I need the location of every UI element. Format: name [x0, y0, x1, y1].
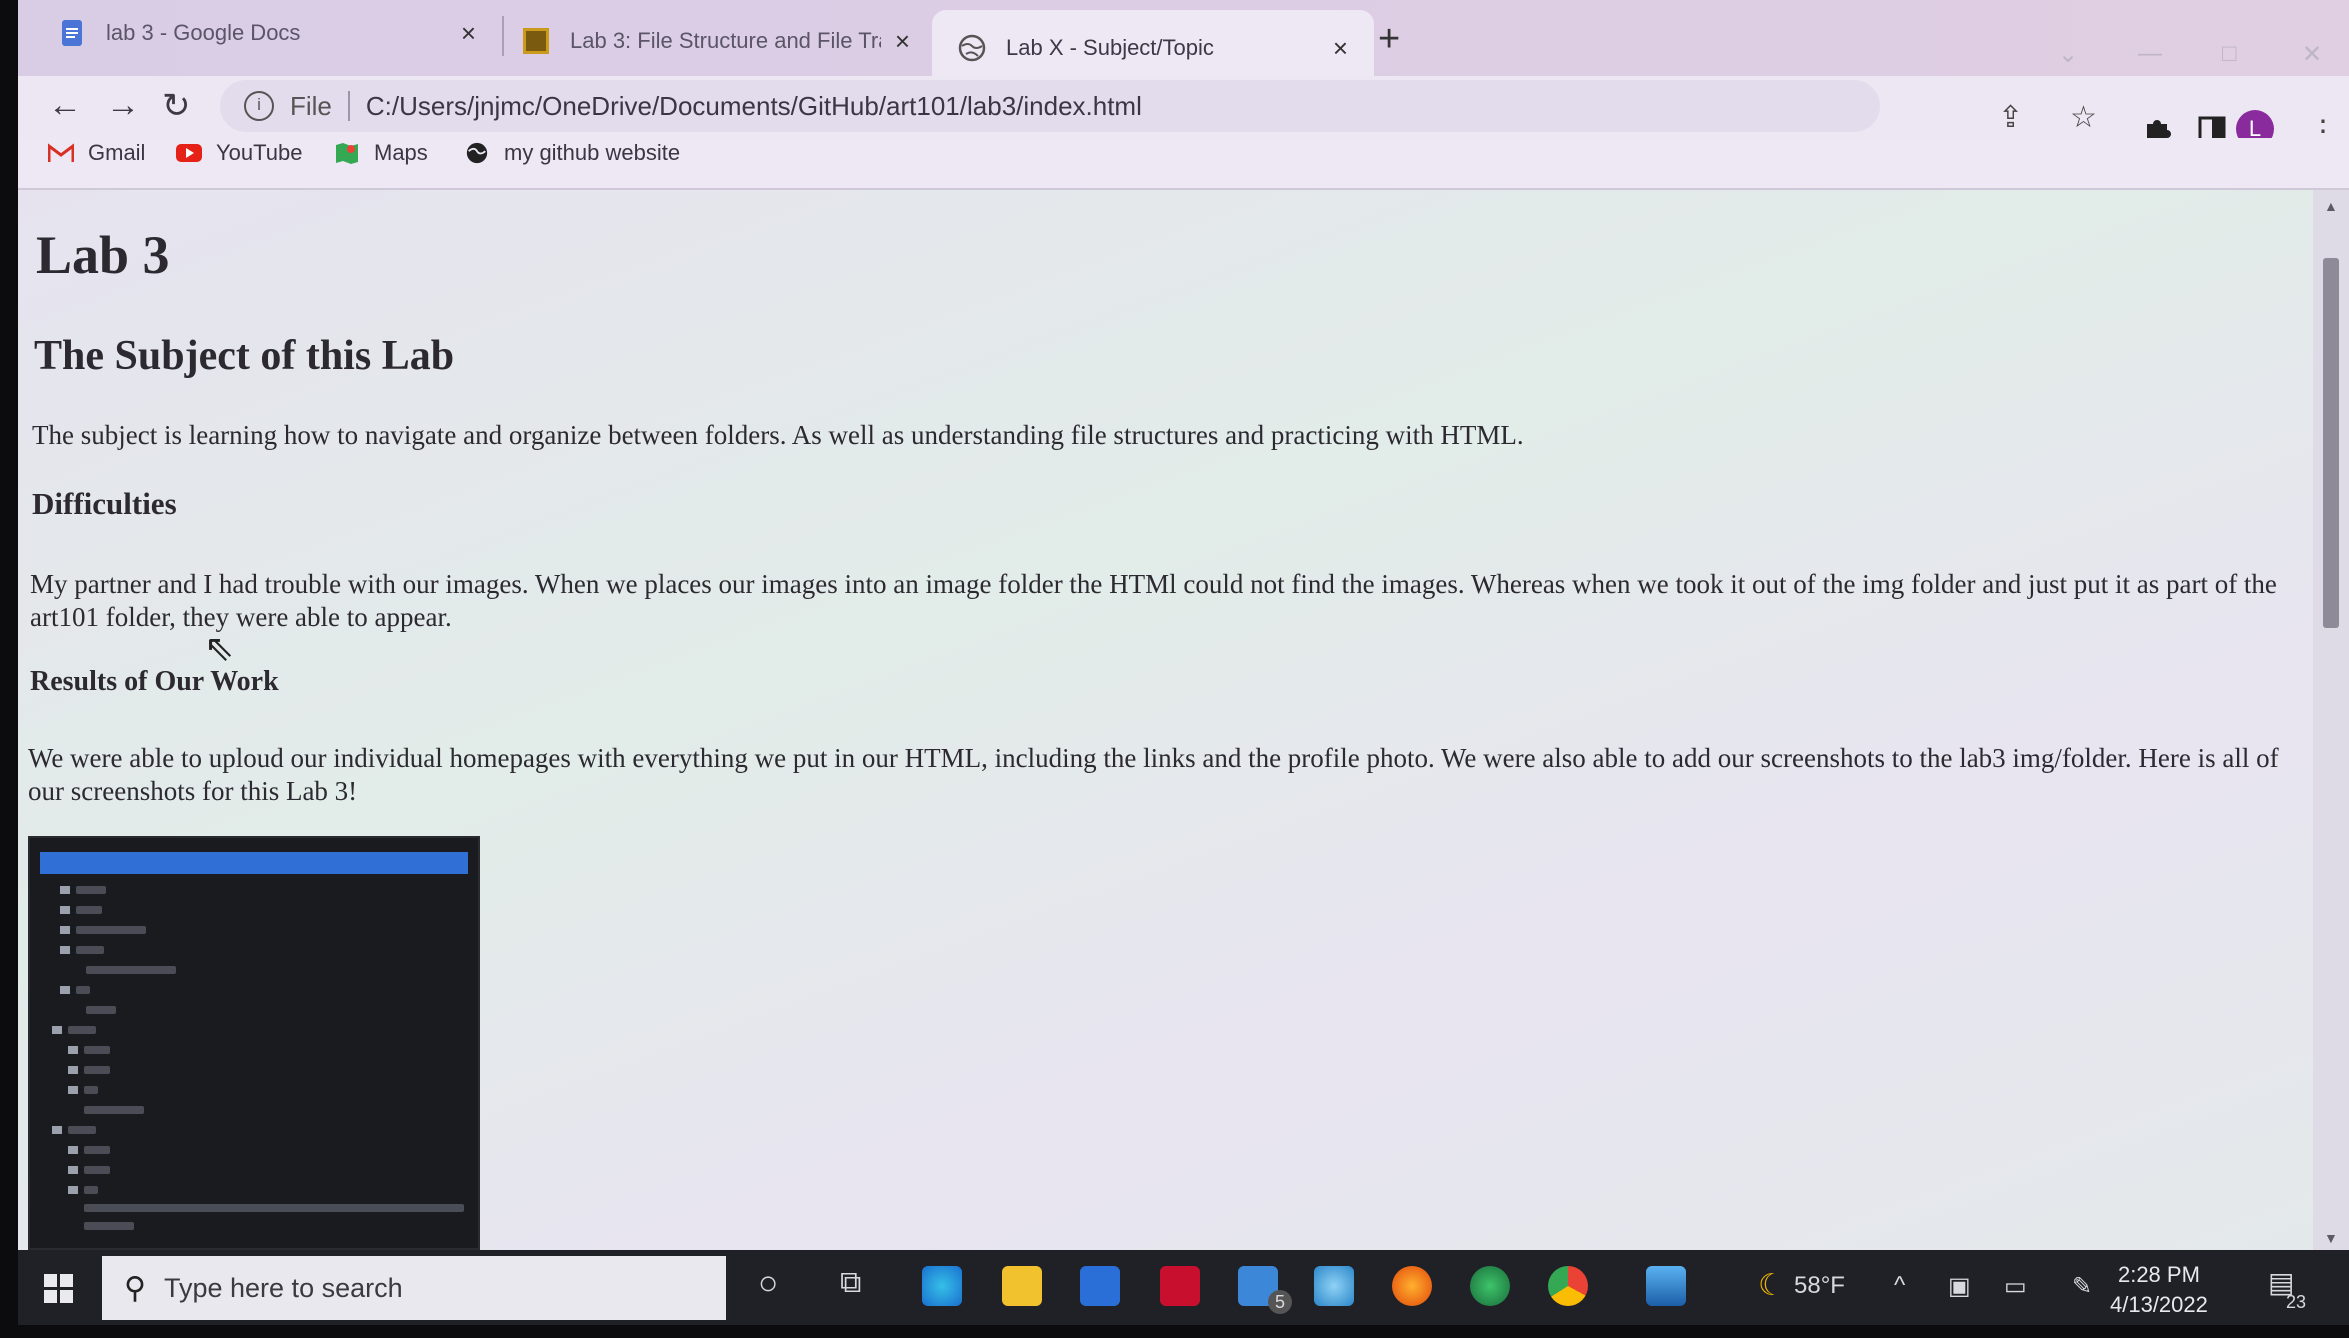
globe-icon — [466, 142, 488, 164]
bookmark-label: my github website — [504, 140, 681, 165]
photos-icon[interactable] — [1646, 1266, 1686, 1306]
divider — [347, 91, 350, 121]
weather-temp[interactable]: 58°F — [1794, 1272, 1845, 1300]
tab-strip: lab 3 - Google Docs × Lab 3: File Struct… — [18, 0, 2349, 86]
browser-toolbar: ← → ↻ i File C:/Users/jnjmc/OneDrive/Doc… — [18, 76, 2349, 148]
clock-time: 2:28 PM — [2117, 1262, 2200, 1287]
scrollbar-thumb[interactable] — [2323, 258, 2339, 628]
mail-badge: 5 — [1268, 1290, 1292, 1314]
task-view-icon[interactable]: ⧉ — [840, 1266, 861, 1300]
firefox-icon[interactable] — [1392, 1266, 1432, 1306]
share-icon[interactable]: ⇪ — [1998, 100, 2023, 135]
tab-google-docs[interactable]: lab 3 - Google Docs × — [32, 2, 502, 64]
maximize-icon[interactable]: □ — [2222, 40, 2237, 68]
bookmark-label: YouTube — [216, 140, 303, 165]
tab-search-icon[interactable]: ⌄ — [2058, 40, 2078, 69]
bookmark-label: Gmail — [88, 140, 146, 165]
url-text[interactable]: C:/Users/jnjmc/OneDrive/Documents/GitHub… — [366, 91, 1142, 122]
search-placeholder: Type here to search — [163, 1272, 403, 1303]
meet-icon[interactable]: ▣ — [1948, 1272, 1971, 1301]
difficulties-paragraph: My partner and I had trouble with our im… — [30, 569, 2277, 632]
bookmark-youtube[interactable]: YouTube — [176, 140, 302, 166]
address-bar[interactable]: i File C:/Users/jnjmc/OneDrive/Documents… — [220, 80, 1880, 132]
tab-title: lab 3 - Google Docs — [106, 20, 301, 45]
page-content: Lab 3 The Subject of this Lab The subjec… — [18, 190, 2313, 1250]
clock-date: 4/13/2022 — [2110, 1292, 2208, 1317]
screenshot-image — [28, 836, 480, 1250]
search-icon: ⚲ — [124, 1271, 146, 1305]
pen-icon[interactable]: ✎ — [2072, 1272, 2092, 1301]
weather-icon[interactable]: ☾ — [1758, 1268, 1785, 1303]
back-button[interactable]: ← — [48, 86, 82, 125]
bookmark-github-website[interactable]: my github website — [464, 140, 680, 166]
edge-icon[interactable] — [922, 1266, 962, 1306]
globe-icon — [958, 34, 986, 62]
chrome-icon[interactable] — [1548, 1266, 1588, 1306]
internet-explorer-icon[interactable] — [1314, 1266, 1354, 1306]
ucsc-icon — [523, 28, 549, 54]
system-clock[interactable]: 2:28 PM 4/13/2022 — [2110, 1260, 2208, 1320]
close-icon[interactable]: × — [1333, 33, 1348, 64]
subject-paragraph: The subject is learning how to navigate … — [32, 420, 1524, 450]
mouse-cursor-icon: ⇖ — [204, 628, 235, 669]
cortana-icon[interactable]: ○ — [758, 1264, 779, 1303]
maps-icon — [336, 143, 358, 164]
bookmarks-bar: Gmail YouTube Maps my github website — [18, 138, 2349, 190]
minimize-icon[interactable]: — — [2138, 40, 2162, 68]
subject-heading: The Subject of this Lab — [34, 333, 455, 379]
chevron-up-icon[interactable]: ^ — [1894, 1272, 1905, 1300]
new-tab-button[interactable]: + — [1378, 18, 1400, 61]
edge-beta-icon[interactable] — [1470, 1266, 1510, 1306]
youtube-icon — [176, 144, 202, 162]
mcafee-icon[interactable] — [1160, 1266, 1200, 1306]
gmail-icon — [48, 143, 74, 162]
notification-count: 23 — [2286, 1292, 2307, 1312]
reload-button[interactable]: ↻ — [162, 86, 191, 126]
browser-window: lab 3 - Google Docs × Lab 3: File Struct… — [18, 0, 2349, 1325]
tab-title: Lab X - Subject/Topic — [1006, 35, 1214, 60]
results-paragraph: We were able to uploud our individual ho… — [28, 743, 2279, 806]
bookmark-maps[interactable]: Maps — [334, 140, 428, 166]
tab-lab-x-subject-topic[interactable]: Lab X - Subject/Topic × — [932, 10, 1374, 86]
scroll-up-icon[interactable]: ▲ — [2324, 198, 2338, 214]
tab-lab3-file-structure[interactable]: Lab 3: File Structure and File Tran × — [496, 10, 936, 72]
bookmark-label: Maps — [374, 140, 428, 165]
selected-folder-row — [40, 852, 468, 874]
bookmark-gmail[interactable]: Gmail — [48, 140, 145, 166]
google-docs-icon — [62, 20, 82, 46]
scroll-down-icon[interactable]: ▼ — [2324, 1230, 2338, 1246]
start-button[interactable] — [44, 1274, 74, 1304]
close-icon[interactable]: × — [461, 18, 476, 49]
results-heading: Results of Our Work — [30, 666, 279, 697]
bookmark-star-icon[interactable]: ☆ — [2070, 100, 2097, 135]
page-title: Lab 3 — [36, 225, 170, 285]
scheme-label: File — [290, 90, 332, 121]
tab-title: Lab 3: File Structure and File Tran — [570, 28, 881, 53]
vertical-scrollbar[interactable]: ▲ ▼ — [2313, 190, 2349, 1250]
file-explorer-icon[interactable] — [1002, 1266, 1042, 1306]
info-icon[interactable]: i — [244, 91, 274, 121]
difficulties-heading: Difficulties — [32, 486, 177, 521]
close-icon[interactable]: × — [895, 26, 910, 57]
taskbar-search[interactable]: ⚲ Type here to search — [102, 1256, 726, 1320]
forward-button[interactable]: → — [106, 86, 140, 125]
battery-icon[interactable]: ▭ — [2004, 1272, 2027, 1301]
store-icon[interactable] — [1080, 1266, 1120, 1306]
window-close-icon[interactable]: ✕ — [2302, 40, 2322, 69]
windows-taskbar: ⚲ Type here to search ○ ⧉ 5 ☾ 58°F ^ ▣ ▭… — [18, 1250, 2349, 1325]
